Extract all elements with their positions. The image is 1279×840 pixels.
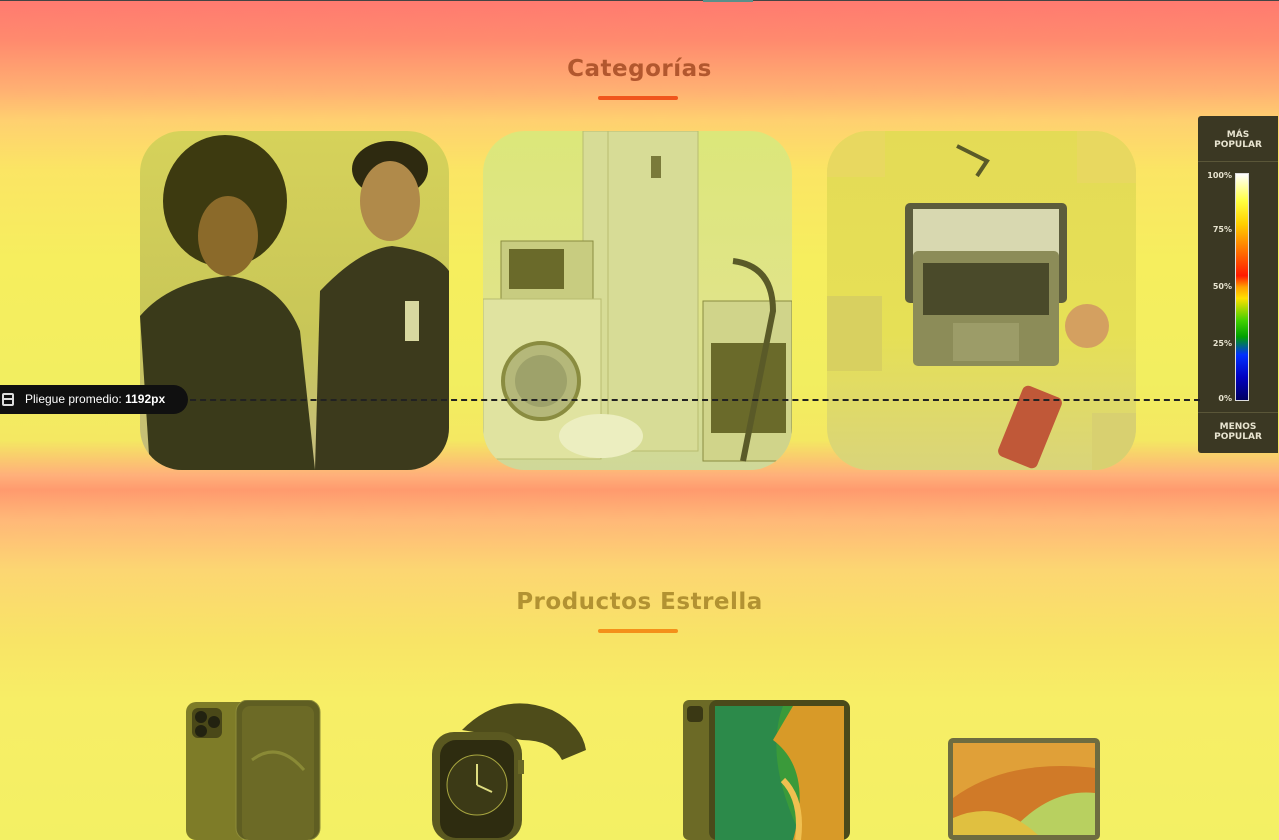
legend-top-label-2: POPULAR bbox=[1214, 140, 1262, 150]
product-card-iphone[interactable] bbox=[184, 699, 324, 840]
product-card-ipad[interactable] bbox=[683, 700, 853, 840]
categories-title: Categorías bbox=[567, 56, 712, 82]
fold-icon bbox=[2, 393, 14, 406]
categories-title-underline bbox=[598, 96, 678, 100]
legend-divider-bottom bbox=[1198, 412, 1278, 413]
heatmap-legend: MÁS POPULAR 100% 75% 50% 25% 0% MENOS PO… bbox=[1198, 116, 1278, 453]
legend-least-popular: MENOS POPULAR bbox=[1198, 422, 1278, 442]
featured-title-underline bbox=[598, 629, 678, 633]
legend-tick-50: 50% bbox=[1212, 282, 1232, 291]
fashion-category-image bbox=[140, 135, 449, 470]
appliances-category-image bbox=[483, 131, 792, 462]
product-card-watch[interactable] bbox=[432, 700, 588, 840]
legend-bottom-label-1: MENOS bbox=[1219, 422, 1257, 432]
ipad-product-image bbox=[683, 700, 850, 840]
electronics-category-image bbox=[827, 131, 1136, 470]
category-card-electronics[interactable] bbox=[827, 131, 1136, 470]
average-fold-badge[interactable]: Pliegue promedio: 1192px bbox=[0, 385, 188, 414]
legend-tick-100: 100% bbox=[1207, 171, 1232, 180]
iphone-product-image bbox=[186, 699, 321, 840]
legend-tick-25: 25% bbox=[1212, 339, 1232, 348]
top-indicator bbox=[703, 0, 753, 2]
legend-tick-75: 75% bbox=[1212, 225, 1232, 234]
featured-products-title: Productos Estrella bbox=[516, 589, 763, 615]
legend-most-popular: MÁS POPULAR bbox=[1198, 130, 1278, 150]
category-card-fashion[interactable] bbox=[140, 131, 449, 470]
smartwatch-product-image bbox=[432, 703, 586, 840]
top-border bbox=[0, 0, 1279, 1]
legend-color-scale bbox=[1235, 173, 1249, 401]
category-card-appliances[interactable] bbox=[483, 131, 792, 470]
legend-bottom-label-2: POPULAR bbox=[1214, 432, 1262, 442]
legend-top-label-1: MÁS bbox=[1226, 130, 1250, 140]
fold-label: Pliegue promedio: bbox=[25, 392, 122, 406]
legend-divider-top bbox=[1198, 161, 1278, 162]
average-fold-line bbox=[180, 399, 1200, 401]
product-card-macbook[interactable] bbox=[948, 738, 1100, 840]
fold-value: 1192px bbox=[125, 392, 166, 406]
legend-tick-0: 0% bbox=[1218, 394, 1232, 403]
macbook-product-image bbox=[948, 738, 1100, 840]
